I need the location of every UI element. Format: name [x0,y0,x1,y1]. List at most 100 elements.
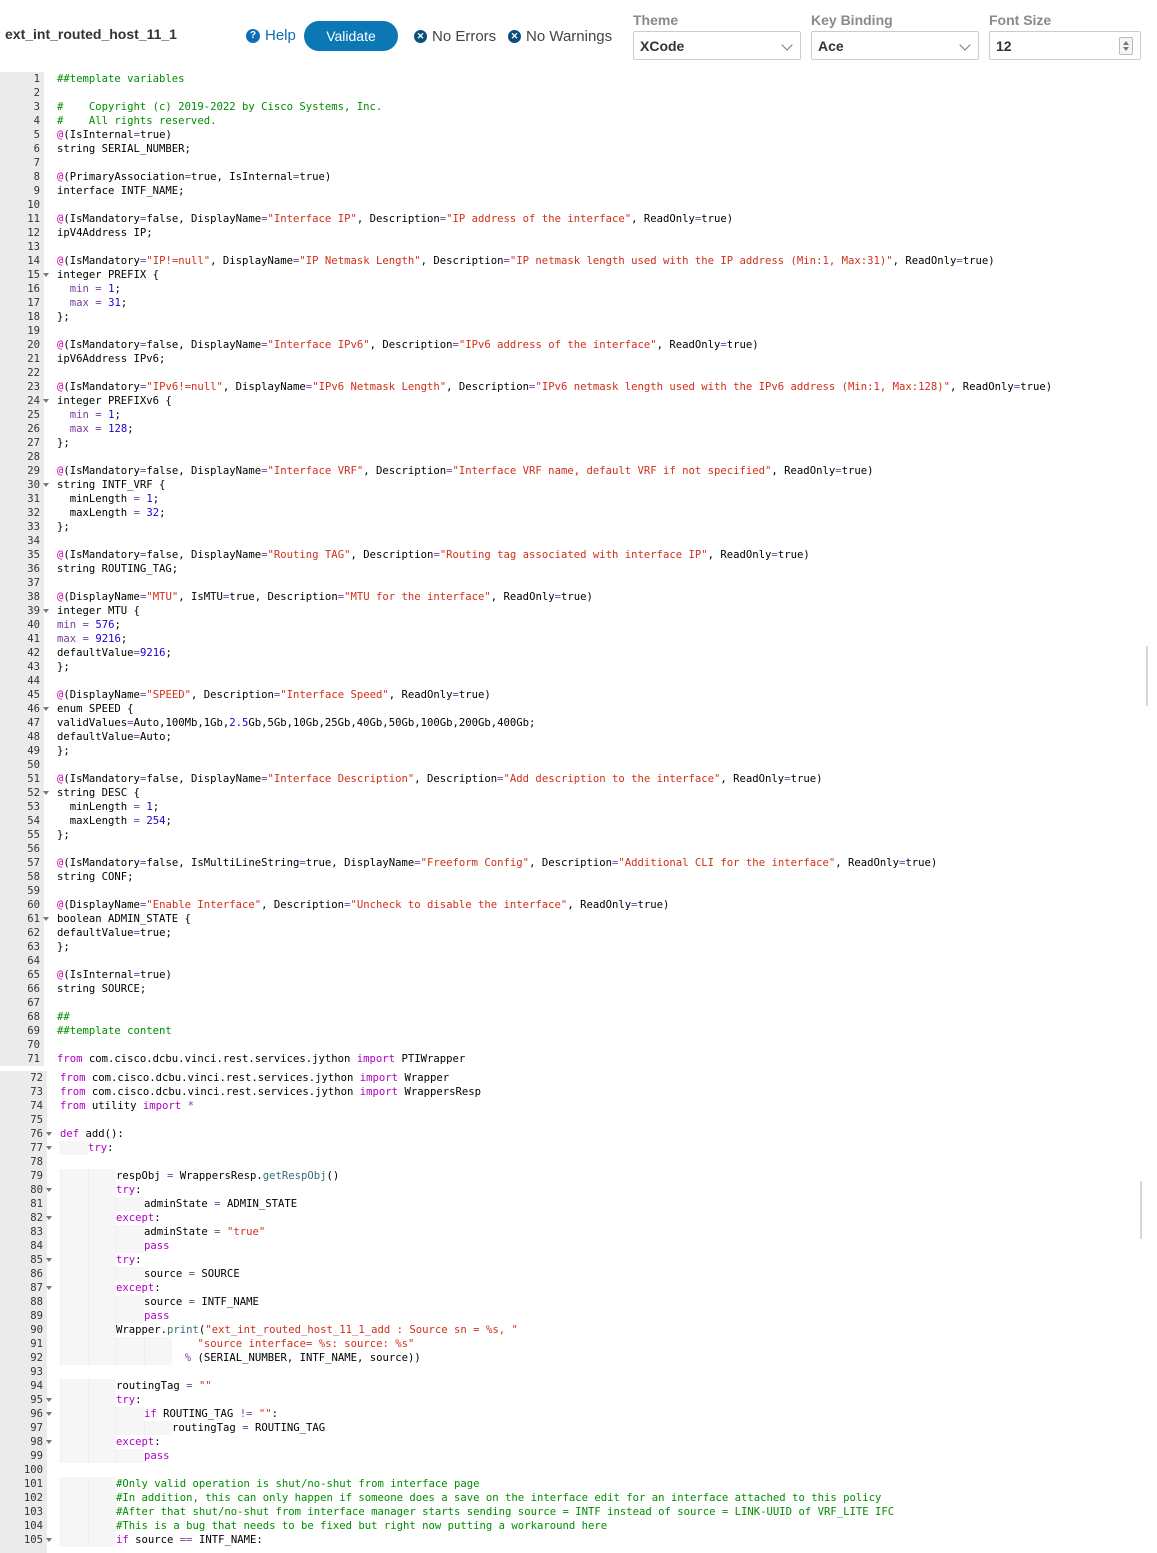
template-code-editor[interactable]: 1 ##template variables 2 3 # Copyright (c) 2… [0,72,1157,1066]
code-line[interactable]: 6 string SERIAL_NUMBER; [0,142,1157,156]
code-line[interactable]: 73 from com.cisco.dcbu.vinci.rest.service… [0,1085,1157,1099]
code-line[interactable]: 32 maxLength = 32; [0,506,1157,520]
code-line[interactable]: 56 [0,842,1157,856]
code-line[interactable]: 11 @(IsMandatory=false, DisplayName="Inte… [0,212,1157,226]
code-line[interactable]: 58 string CONF; [0,870,1157,884]
code-line[interactable]: 49}; [0,744,1157,758]
code-line[interactable]: 76 def add(): [0,1127,1157,1141]
code-line[interactable]: 41 max = 9216; [0,632,1157,646]
code-line[interactable]: 63}; [0,940,1157,954]
fold-arrow-icon[interactable] [43,273,49,277]
fold-arrow-icon[interactable] [46,1286,52,1290]
code-line[interactable]: 10 [0,198,1157,212]
fold-arrow-icon[interactable] [46,1258,52,1262]
fold-arrow-icon[interactable] [43,707,49,711]
code-line[interactable]: 2 [0,86,1157,100]
editor-scrollbar[interactable] [1146,646,1148,706]
code-line[interactable]: 79 respObj = WrappersResp.getRespObj() [0,1169,1157,1183]
fold-arrow-icon[interactable] [46,1538,52,1542]
code-line[interactable]: 31 minLength = 1; [0,492,1157,506]
stepper-icon[interactable] [1119,37,1133,55]
code-line[interactable]: 34 [0,534,1157,548]
code-line[interactable]: 14 @(IsMandatory="IP!=null", DisplayName=… [0,254,1157,268]
code-line[interactable]: 24 integer PREFIXv6 { [0,394,1157,408]
code-line[interactable]: 97 routingTag = ROUTING_TAG [0,1421,1157,1435]
code-line[interactable]: 72 from com.cisco.dcbu.vinci.rest.service… [0,1071,1157,1085]
code-line[interactable]: 61 boolean ADMIN_STATE { [0,912,1157,926]
fold-arrow-icon[interactable] [43,609,49,613]
code-line[interactable]: 18}; [0,310,1157,324]
validate-button[interactable]: Validate [304,21,398,51]
code-line[interactable]: 68 ## [0,1010,1157,1024]
code-line[interactable]: 8 @(PrimaryAssociation=true, IsInternal=t… [0,170,1157,184]
code-line[interactable]: 67 [0,996,1157,1010]
code-line[interactable]: 39 integer MTU { [0,604,1157,618]
code-line[interactable]: 46 enum SPEED { [0,702,1157,716]
code-line[interactable]: 89 pass [0,1309,1157,1323]
code-line[interactable]: 65 @(IsInternal=true) [0,968,1157,982]
code-line[interactable]: 5 @(IsInternal=true) [0,128,1157,142]
fold-arrow-icon[interactable] [46,1188,52,1192]
code-line[interactable]: 59 [0,884,1157,898]
code-line[interactable]: 54 maxLength = 254; [0,814,1157,828]
code-line[interactable]: 60 @(DisplayName="Enable Interface", Desc… [0,898,1157,912]
code-line[interactable]: 27}; [0,436,1157,450]
code-line[interactable]: 13 [0,240,1157,254]
code-line[interactable]: 87 except: [0,1281,1157,1295]
code-line[interactable]: 23 @(IsMandatory="IPv6!=null", DisplayNam… [0,380,1157,394]
code-line[interactable]: 105 if source == INTF_NAME: [0,1533,1157,1547]
code-line[interactable]: 33}; [0,520,1157,534]
code-line[interactable]: 96 if ROUTING_TAG != "": [0,1407,1157,1421]
code-line[interactable]: 99 pass [0,1449,1157,1463]
code-line[interactable]: 42 defaultValue=9216; [0,646,1157,660]
code-line[interactable]: 26 max = 128; [0,422,1157,436]
code-line[interactable]: 19 [0,324,1157,338]
code-line[interactable]: 7 [0,156,1157,170]
editor-scrollbar[interactable] [1140,1181,1142,1239]
code-line[interactable]: 35 @(IsMandatory=false, DisplayName="Rout… [0,548,1157,562]
code-line[interactable]: 40 min = 576; [0,618,1157,632]
code-line[interactable]: 55}; [0,828,1157,842]
code-line[interactable]: 3 # Copyright (c) 2019-2022 by Cisco Syst… [0,100,1157,114]
code-line[interactable]: 12 ipV4Address IP; [0,226,1157,240]
code-line[interactable]: 50 [0,758,1157,772]
code-line[interactable]: 21 ipV6Address IPv6; [0,352,1157,366]
theme-select[interactable]: XCode [633,31,801,60]
code-line[interactable]: 85 try: [0,1253,1157,1267]
code-line[interactable]: 93 [0,1365,1157,1379]
code-line[interactable]: 20 @(IsMandatory=false, DisplayName="Inte… [0,338,1157,352]
code-line[interactable]: 43}; [0,660,1157,674]
code-line[interactable]: 57 @(IsMandatory=false, IsMultiLineString… [0,856,1157,870]
code-line[interactable]: 51 @(IsMandatory=false, DisplayName="Inte… [0,772,1157,786]
code-line[interactable]: 28 [0,450,1157,464]
code-line[interactable]: 17 max = 31; [0,296,1157,310]
code-line[interactable]: 9 interface INTF_NAME; [0,184,1157,198]
fold-arrow-icon[interactable] [43,917,49,921]
code-line[interactable]: 64 [0,954,1157,968]
code-line[interactable]: 16 min = 1; [0,282,1157,296]
fold-arrow-icon[interactable] [43,399,49,403]
code-line[interactable]: 44 [0,674,1157,688]
code-line[interactable]: 95 try: [0,1393,1157,1407]
fold-arrow-icon[interactable] [46,1412,52,1416]
code-line[interactable]: 90 Wrapper.print("ext_int_routed_host_11_… [0,1323,1157,1337]
code-line[interactable]: 25 min = 1; [0,408,1157,422]
code-line[interactable]: 88 source = INTF_NAME [0,1295,1157,1309]
code-line[interactable]: 66 string SOURCE; [0,982,1157,996]
code-line[interactable]: 75 [0,1113,1157,1127]
code-line[interactable]: 45 @(DisplayName="SPEED", Description="In… [0,688,1157,702]
code-line[interactable]: 74 from utility import * [0,1099,1157,1113]
code-line[interactable]: 29 @(IsMandatory=false, DisplayName="Inte… [0,464,1157,478]
fold-arrow-icon[interactable] [43,483,49,487]
code-line[interactable]: 104 #This is a bug that needs to be fixed… [0,1519,1157,1533]
code-line[interactable]: 37 [0,576,1157,590]
code-line[interactable]: 15 integer PREFIX { [0,268,1157,282]
fold-arrow-icon[interactable] [43,791,49,795]
code-line[interactable]: 52 string DESC { [0,786,1157,800]
code-line[interactable]: 78 [0,1155,1157,1169]
code-line[interactable]: 77 try: [0,1141,1157,1155]
code-line[interactable]: 94 routingTag = "" [0,1379,1157,1393]
code-line[interactable]: 80 try: [0,1183,1157,1197]
code-line[interactable]: 84 pass [0,1239,1157,1253]
code-line[interactable]: 92 % (SERIAL_NUMBER, INTF_NAME, source)) [0,1351,1157,1365]
